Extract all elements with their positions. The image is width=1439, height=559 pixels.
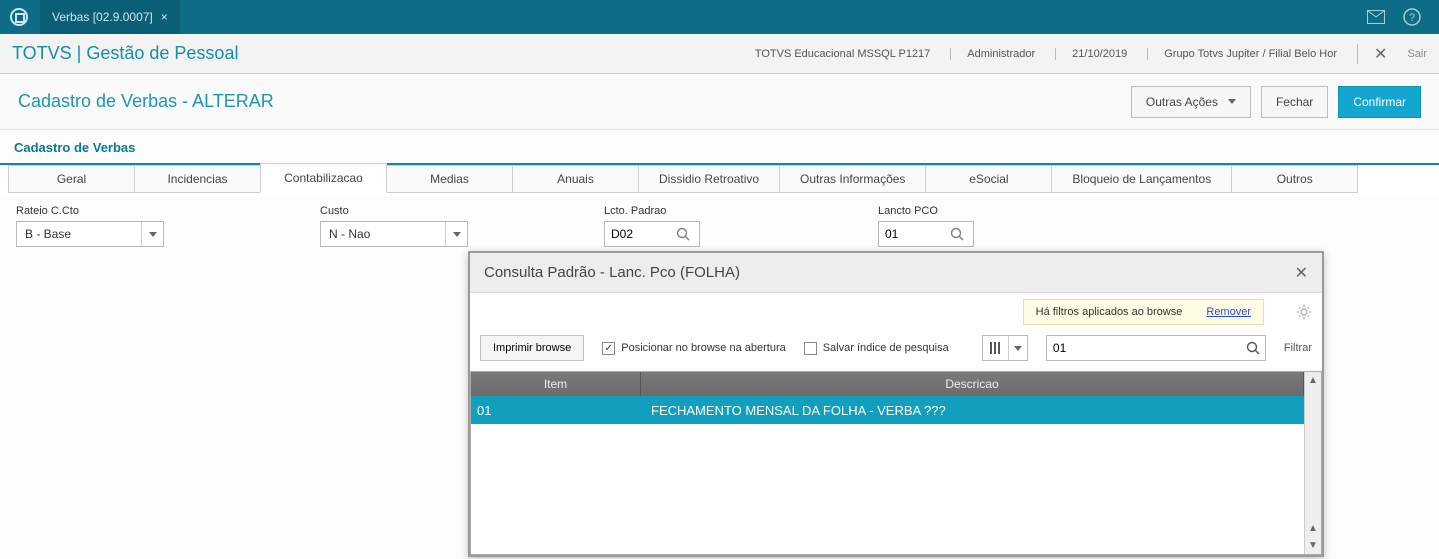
chevron-down-icon xyxy=(141,222,163,246)
page-title: Cadastro de Verbas - ALTERAR xyxy=(18,91,274,112)
tab-medias[interactable]: Medias xyxy=(386,165,513,193)
scroll-up-icon[interactable]: ▲ xyxy=(1305,372,1321,389)
field-custo: Custo N - Nao xyxy=(320,205,468,247)
tabs: Geral Incidencias Contabilizacao Medias … xyxy=(0,165,1439,195)
grid-scrollbar[interactable]: ▲ ▲ ▼ xyxy=(1304,372,1321,554)
filtrar-label[interactable]: Filtrar xyxy=(1284,342,1312,354)
print-browse-button[interactable]: Imprimir browse xyxy=(480,335,584,361)
field-rateio: Rateio C.Cto B - Base xyxy=(16,205,164,247)
checkbox-icon xyxy=(602,342,615,355)
search-icon[interactable] xyxy=(671,227,695,241)
tab-outros[interactable]: Outros xyxy=(1231,165,1358,193)
chevron-down-icon xyxy=(1009,346,1027,351)
app-logo-icon xyxy=(10,8,28,26)
print-browse-label: Imprimir browse xyxy=(493,342,571,354)
chevron-down-icon xyxy=(445,222,467,246)
search-icon[interactable] xyxy=(945,227,969,241)
filter-notice-text: Há filtros aplicados ao browse xyxy=(1036,306,1183,318)
close-button-label: Fechar xyxy=(1276,95,1313,109)
status-user: Administrador xyxy=(950,48,1035,60)
status-date: 21/10/2019 xyxy=(1055,48,1127,60)
window-tab[interactable]: Verbas [02.9.0007] × xyxy=(40,0,180,34)
field-rateio-label: Rateio C.Cto xyxy=(16,205,164,217)
custo-select-value: N - Nao xyxy=(321,227,445,241)
dialog-title: Consulta Padrão - Lanc. Pco (FOLHA) xyxy=(484,264,740,281)
checkbox-icon xyxy=(804,342,817,355)
filter-notice: Há filtros aplicados ao browse Remover xyxy=(1023,299,1264,325)
tab-contabilizacao[interactable]: Contabilizacao xyxy=(260,163,387,193)
lcto-padrao-input[interactable] xyxy=(604,221,700,247)
salvar-indice-label: Salvar índice de pesquisa xyxy=(823,342,949,354)
columns-icon xyxy=(983,336,1009,360)
scroll-next-icon[interactable]: ▼ xyxy=(1305,537,1321,554)
field-lcto-padrao-label: Lcto. Padrao xyxy=(604,205,700,217)
tab-anuais[interactable]: Anuais xyxy=(512,165,639,193)
app-header: TOTVS | Gestão de Pessoal TOTVS Educacio… xyxy=(0,34,1439,74)
titlebar: Verbas [02.9.0007] × ? xyxy=(0,0,1439,34)
other-actions-label: Outras Ações xyxy=(1146,95,1218,109)
tab-esocial[interactable]: eSocial xyxy=(925,165,1052,193)
scroll-prev-icon[interactable]: ▲ xyxy=(1305,520,1321,537)
grid-main: Item Descricao 01 FECHAMENTO MENSAL DA F… xyxy=(471,372,1304,554)
lancto-pco-input[interactable] xyxy=(878,221,974,247)
gear-icon[interactable] xyxy=(1296,304,1312,320)
exit-close-icon[interactable]: ✕ xyxy=(1357,44,1387,64)
dialog-search-value[interactable] xyxy=(1047,341,1241,355)
confirm-button-label: Confirmar xyxy=(1353,95,1406,109)
custo-select[interactable]: N - Nao xyxy=(320,221,468,247)
window-tab-close-icon[interactable]: × xyxy=(161,10,168,24)
grid-cell-descricao: FECHAMENTO MENSAL DA FOLHA - VERBA ??? xyxy=(641,403,1304,418)
status-bar: TOTVS Educacional MSSQL P1217 Administra… xyxy=(755,44,1427,64)
grid-header: Item Descricao xyxy=(471,372,1304,396)
lcto-padrao-value[interactable] xyxy=(605,227,671,241)
rateio-select[interactable]: B - Base xyxy=(16,221,164,247)
tab-incidencias[interactable]: Incidencias xyxy=(134,165,261,193)
form-row: Rateio C.Cto B - Base Custo N - Nao Lcto… xyxy=(0,195,1439,257)
dialog-toolbar: Imprimir browse Posicionar no browse na … xyxy=(470,331,1322,371)
status-env: TOTVS Educacional MSSQL P1217 xyxy=(755,48,930,60)
grid-header-item[interactable]: Item xyxy=(471,372,641,396)
svg-text:?: ? xyxy=(1409,12,1415,24)
help-icon[interactable]: ? xyxy=(1403,8,1421,26)
dialog-titlebar: Consulta Padrão - Lanc. Pco (FOLHA) ✕ xyxy=(470,253,1322,293)
tab-geral[interactable]: Geral xyxy=(8,165,135,193)
rateio-select-value: B - Base xyxy=(17,227,141,241)
filter-remove-link[interactable]: Remover xyxy=(1206,306,1251,318)
salvar-indice-checkbox[interactable]: Salvar índice de pesquisa xyxy=(804,342,949,355)
column-selector[interactable] xyxy=(982,335,1028,361)
dialog-filter-notice-row: Há filtros aplicados ao browse Remover xyxy=(470,293,1322,331)
status-group: Grupo Totvs Jupiter / Filial Belo Hor xyxy=(1147,48,1337,60)
exit-label[interactable]: Sair xyxy=(1407,48,1427,60)
dialog-close-icon[interactable]: ✕ xyxy=(1295,263,1308,283)
chevron-down-icon xyxy=(1228,99,1236,104)
confirm-button[interactable]: Confirmar xyxy=(1338,86,1421,118)
section-title: Cadastro de Verbas xyxy=(0,130,1439,165)
grid-header-descricao[interactable]: Descricao xyxy=(641,372,1304,396)
grid-cell-item: 01 xyxy=(471,403,641,418)
tab-bloqueio[interactable]: Bloqueio de Lançamentos xyxy=(1051,165,1232,193)
action-bar: Cadastro de Verbas - ALTERAR Outras Açõe… xyxy=(0,74,1439,130)
lancto-pco-value[interactable] xyxy=(879,227,945,241)
field-custo-label: Custo xyxy=(320,205,468,217)
field-lancto-pco: Lancto PCO xyxy=(878,205,974,247)
search-icon[interactable] xyxy=(1241,341,1265,355)
posicionar-label: Posicionar no browse na abertura xyxy=(621,342,785,354)
window-tab-label: Verbas [02.9.0007] xyxy=(52,10,153,24)
dialog-grid: Item Descricao 01 FECHAMENTO MENSAL DA F… xyxy=(470,371,1322,555)
lookup-dialog: Consulta Padrão - Lanc. Pco (FOLHA) ✕ Há… xyxy=(468,251,1324,557)
tab-outras-informacoes[interactable]: Outras Informações xyxy=(779,165,926,193)
other-actions-button[interactable]: Outras Ações xyxy=(1131,86,1251,118)
field-lancto-pco-label: Lancto PCO xyxy=(878,205,974,217)
titlebar-right-icons: ? xyxy=(1367,8,1439,26)
grid-row[interactable]: 01 FECHAMENTO MENSAL DA FOLHA - VERBA ??… xyxy=(471,396,1304,424)
mail-icon[interactable] xyxy=(1367,8,1385,26)
field-lcto-padrao: Lcto. Padrao xyxy=(604,205,700,247)
dialog-search-input[interactable] xyxy=(1046,335,1266,361)
posicionar-checkbox[interactable]: Posicionar no browse na abertura xyxy=(602,342,785,355)
app-brand: TOTVS | Gestão de Pessoal xyxy=(12,43,238,64)
close-button[interactable]: Fechar xyxy=(1261,86,1328,118)
tab-dissidio[interactable]: Dissidio Retroativo xyxy=(638,165,780,193)
